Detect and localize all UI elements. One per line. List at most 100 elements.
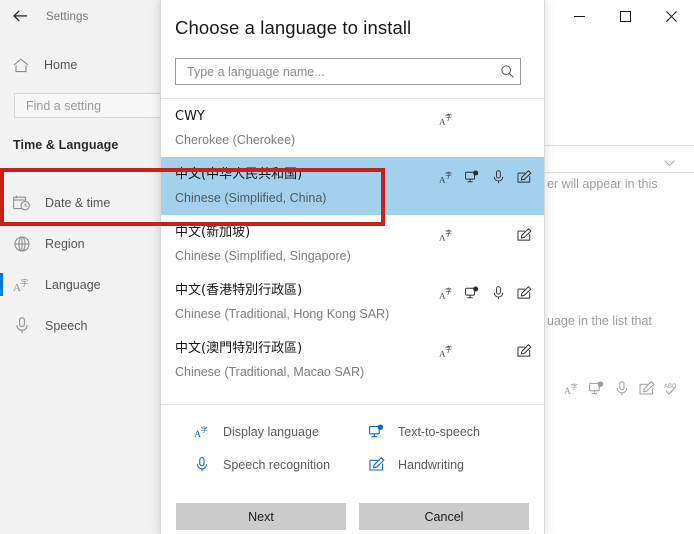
text-to-speech-icon [368, 423, 385, 440]
find-a-setting-placeholder: Find a setting [26, 98, 102, 113]
language-english-name: Chinese (Simplified, China) [175, 191, 327, 205]
list-item[interactable]: CWY Cherokee (Cherokee) A字 [161, 99, 544, 157]
sidebar-item-date-time[interactable]: Date & time [0, 182, 161, 223]
sidebar-item-speech-label: Speech [45, 318, 88, 333]
svg-text:字: 字 [20, 277, 28, 287]
text-to-speech-icon [589, 380, 605, 396]
microphone-icon [13, 317, 30, 334]
svg-text:字: 字 [571, 381, 578, 390]
speech-icon [491, 285, 506, 300]
choose-language-dialog: Choose a language to install CWY Cheroke… [160, 0, 545, 534]
speech-icon [491, 169, 506, 184]
globe-icon [13, 235, 30, 252]
language-feature-icons: A字 [439, 285, 532, 300]
language-english-name: Chinese (Traditional, Macao SAR) [175, 365, 365, 379]
legend-handwriting: Handwriting [368, 456, 558, 473]
speech-icon [193, 456, 210, 473]
sidebar-item-home-label: Home [44, 58, 78, 72]
display-language-icon: A字 [439, 169, 454, 184]
back-nav[interactable]: Settings [0, 4, 161, 30]
display-language-icon: A字 [439, 111, 454, 126]
sidebar-nav-list: Date & time Region A 字 Language Speech [0, 182, 161, 346]
display-language-icon: A 字 [564, 380, 580, 396]
language-search-input[interactable] [176, 64, 494, 79]
dialog-title: Choose a language to install [175, 17, 412, 38]
language-feature-icons: A字 [439, 343, 532, 358]
list-item[interactable]: 中文(澳門特別行政區) Chinese (Traditional, Macao … [161, 331, 544, 389]
language-feature-icons: A字 [439, 169, 532, 184]
window-controls [556, 0, 694, 32]
back-arrow-icon [13, 10, 28, 24]
display-language-icon: A字 [439, 285, 454, 300]
close-icon [665, 10, 677, 22]
language-feature-icons: A字 [439, 227, 532, 242]
close-button[interactable] [648, 0, 694, 32]
legend-handwriting-label: Handwriting [398, 457, 465, 472]
calendar-clock-icon [13, 194, 30, 211]
legend-text-to-speech: Text-to-speech [368, 423, 558, 440]
maximize-button[interactable] [602, 0, 648, 32]
display-language-icon: A字 [439, 343, 454, 358]
sidebar-item-speech[interactable]: Speech [0, 305, 161, 346]
speech-icon [614, 380, 630, 396]
list-item[interactable]: 中文(新加坡) Chinese (Simplified, Singapore) … [161, 215, 544, 273]
sidebar-item-home[interactable]: Home [0, 52, 161, 78]
svg-text:字: 字 [200, 425, 207, 434]
handwriting-icon [517, 169, 532, 184]
minimize-button[interactable] [556, 0, 602, 32]
sidebar-section-title: Time & Language [13, 138, 119, 152]
text-to-speech-icon [465, 169, 480, 184]
screen: Settings Home Find a setting Time & Lang… [0, 0, 694, 534]
content-feature-icon-row: A 字 ABC [564, 380, 680, 396]
content-text-fragment-2: uage in the list that [547, 314, 652, 328]
search-icon [494, 65, 520, 78]
svg-text:字: 字 [445, 112, 452, 121]
list-item[interactable]: 中文(香港特別行政區) Chinese (Traditional, Hong K… [161, 273, 544, 331]
cancel-button[interactable]: Cancel [359, 503, 529, 530]
handwriting-icon [517, 343, 532, 358]
spellcheck-icon: ABC [664, 380, 680, 396]
display-language-icon: A字 [439, 227, 454, 242]
language-search-box[interactable] [175, 58, 521, 85]
language-english-name: Chinese (Simplified, Singapore) [175, 249, 351, 263]
feature-legend: A字 Display language Text-to-speech Speec… [161, 406, 544, 473]
handwriting-icon [368, 456, 385, 473]
sidebar-item-language[interactable]: A 字 Language [0, 264, 161, 305]
content-divider-mid [545, 172, 694, 173]
svg-text:字: 字 [445, 170, 452, 179]
language-english-name: Cherokee (Cherokee) [175, 133, 296, 147]
display-language-icon: A字 [193, 423, 210, 440]
find-a-setting-field[interactable]: Find a setting [14, 93, 161, 118]
legend-speech-recognition: Speech recognition [193, 456, 368, 473]
next-button[interactable]: Next [176, 503, 346, 530]
legend-text-to-speech-label: Text-to-speech [398, 424, 480, 439]
settings-sidebar: Settings Home Find a setting Time & Lang… [0, 0, 161, 534]
legend-display-language: A字 Display language [193, 423, 368, 440]
legend-speech-recognition-label: Speech recognition [223, 457, 331, 472]
back-nav-label: Settings [46, 11, 89, 23]
content-text-fragment-1: er will appear in this [547, 177, 658, 191]
language-feature-icons: A字 [439, 111, 532, 126]
sidebar-item-region[interactable]: Region [0, 223, 161, 264]
chevron-down-icon [664, 158, 675, 170]
svg-text:字: 字 [445, 344, 452, 353]
svg-text:字: 字 [445, 286, 452, 295]
svg-text:字: 字 [445, 228, 452, 237]
content-divider-top [545, 145, 694, 146]
language-list[interactable]: CWY Cherokee (Cherokee) A字 中文(中华人民共和国) C… [161, 99, 544, 404]
dialog-separator-bottom [161, 404, 544, 405]
sidebar-item-date-time-label: Date & time [45, 195, 111, 210]
home-icon [13, 57, 29, 73]
maximize-icon [619, 10, 631, 22]
handwriting-icon [517, 227, 532, 242]
legend-display-language-label: Display language [223, 424, 319, 439]
sidebar-item-region-label: Region [45, 236, 85, 251]
display-language-icon: A 字 [13, 276, 30, 293]
dialog-button-bar: Next Cancel [161, 503, 544, 534]
handwriting-icon [517, 285, 532, 300]
handwriting-icon [639, 380, 655, 396]
sidebar-item-language-label: Language [45, 277, 101, 292]
minimize-icon [573, 15, 585, 17]
text-to-speech-icon [465, 285, 480, 300]
list-item[interactable]: 中文(中华人民共和国) Chinese (Simplified, China) … [161, 157, 544, 215]
